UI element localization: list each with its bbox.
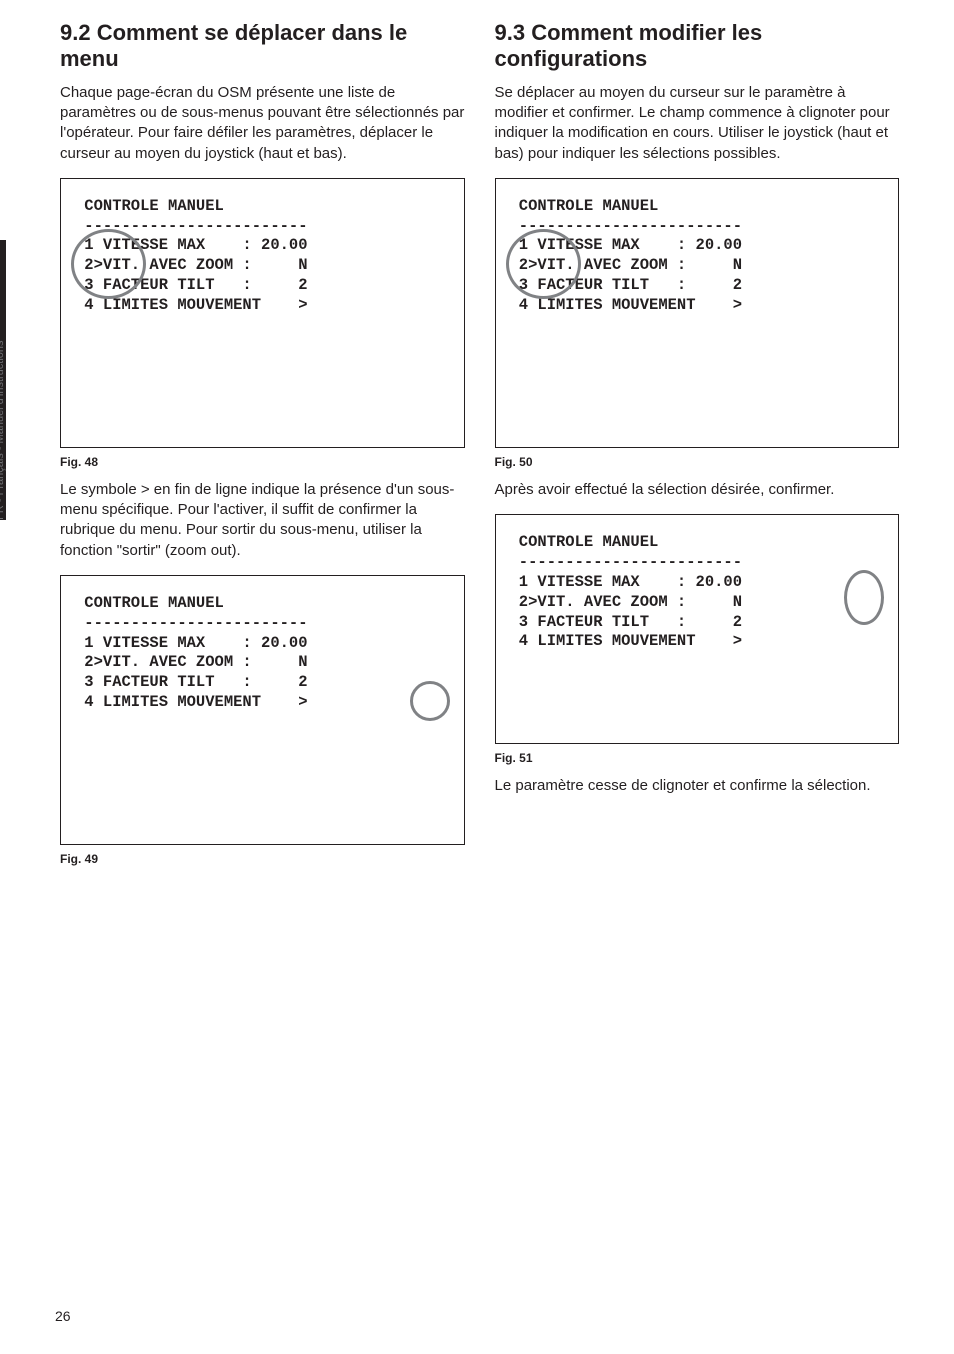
fig-48-caption: Fig. 48 bbox=[60, 454, 465, 470]
fig-51-caption: Fig. 51 bbox=[495, 750, 900, 766]
fig-49-caption: Fig. 49 bbox=[60, 851, 465, 867]
section-9-3-outro: Le paramètre cesse de clignoter et confi… bbox=[495, 776, 900, 796]
side-tab: FR - Français - Manuel d'instructions bbox=[0, 240, 20, 520]
fig-50-caption: Fig. 50 bbox=[495, 454, 900, 470]
side-tab-text: FR - Français - Manuel d'instructions bbox=[0, 341, 8, 520]
section-9-3-mid: Après avoir effectué la sélection désiré… bbox=[495, 480, 900, 500]
fig-50-text: CONTROLE MANUEL ------------------------… bbox=[510, 197, 743, 314]
right-column: 9.3 Comment modifier les configurations … bbox=[495, 20, 900, 877]
fig-48-text: CONTROLE MANUEL ------------------------… bbox=[75, 197, 308, 314]
page-content: 9.2 Comment se déplacer dans le menu Cha… bbox=[0, 0, 954, 917]
fig-51-screenshot: CONTROLE MANUEL ------------------------… bbox=[495, 514, 900, 744]
page-number: 26 bbox=[55, 1307, 71, 1326]
section-9-2-intro: Chaque page-écran du OSM présente une li… bbox=[60, 83, 465, 164]
fig-49-highlight-oval bbox=[410, 681, 450, 721]
section-9-3-intro: Se déplacer au moyen du curseur sur le p… bbox=[495, 83, 900, 164]
section-9-2-mid: Le symbole > en fin de ligne indique la … bbox=[60, 480, 465, 561]
fig-51-text: CONTROLE MANUEL ------------------------… bbox=[510, 533, 743, 650]
fig-51-highlight-oval bbox=[844, 570, 884, 625]
left-column: 9.2 Comment se déplacer dans le menu Cha… bbox=[60, 20, 465, 877]
section-9-3-heading: 9.3 Comment modifier les configurations bbox=[495, 20, 900, 73]
fig-50-screenshot: CONTROLE MANUEL ------------------------… bbox=[495, 178, 900, 448]
fig-49-text: CONTROLE MANUEL ------------------------… bbox=[75, 594, 308, 711]
fig-48-screenshot: CONTROLE MANUEL ------------------------… bbox=[60, 178, 465, 448]
fig-49-screenshot: CONTROLE MANUEL ------------------------… bbox=[60, 575, 465, 845]
section-9-2-heading: 9.2 Comment se déplacer dans le menu bbox=[60, 20, 465, 73]
